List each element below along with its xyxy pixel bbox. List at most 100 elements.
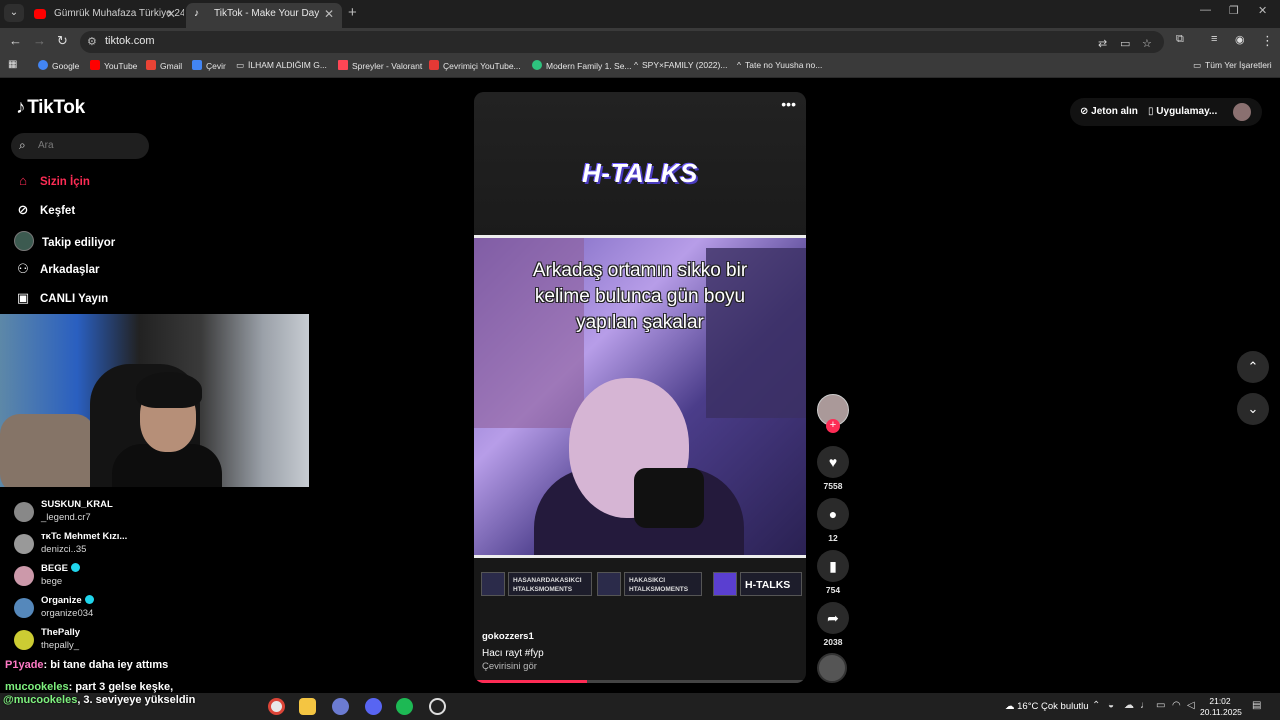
see-translation-link[interactable]: Çevirisini gör	[482, 661, 537, 672]
nav-live[interactable]: ▣ CANLI Yayın	[14, 290, 108, 310]
bookmark-valorant[interactable]: Spreyler - Valorant	[338, 60, 422, 71]
suggested-account[interactable]: ᴛᴋTc Mehmet Kızı... denizci..35	[14, 531, 274, 559]
suggested-account[interactable]: ThePally thepally_	[14, 627, 274, 655]
save-button[interactable]: ▮ 754	[816, 550, 850, 595]
video-caption: Arkadaş ortamın sikko bir kelime bulunca…	[492, 258, 788, 336]
bookmark-gmail[interactable]: Gmail	[146, 60, 182, 71]
tab-search-button[interactable]: ⌄	[4, 4, 24, 22]
translate-icon	[192, 60, 202, 70]
coin-icon: ⊘	[1080, 106, 1092, 117]
profile-icon[interactable]: ◉	[1235, 33, 1245, 46]
chat-text: : bi tane daha iey attıms	[43, 659, 169, 671]
tab-tiktok[interactable]: ♪ TikTok - Make Your Day ✕	[186, 3, 342, 28]
nav-for-you[interactable]: ⌂ Sizin İçin	[14, 173, 90, 193]
account-handle: bege	[41, 576, 63, 587]
maximize-icon[interactable]: ❐	[1229, 4, 1239, 17]
suggested-account[interactable]: SUSKUN_KRAL _legend.cr7	[14, 499, 274, 527]
chrome-icon[interactable]	[268, 698, 285, 715]
spotify-icon[interactable]	[396, 698, 413, 715]
friends-icon: ⚇	[17, 261, 29, 276]
next-video-button[interactable]: ⌄	[1237, 393, 1269, 425]
chat-username: mucookeles	[5, 681, 69, 693]
close-tab-icon[interactable]: ✕	[324, 3, 334, 25]
folder-icon: ▭	[236, 60, 245, 70]
minimize-icon[interactable]: —	[1200, 4, 1211, 16]
music-disc-avatar[interactable]	[817, 653, 847, 683]
save-count: 754	[825, 585, 841, 595]
previous-video-button[interactable]: ⌃	[1237, 351, 1269, 383]
video-description: Hacı rayt #fyp	[482, 648, 544, 659]
more-options-icon[interactable]: •••	[781, 96, 796, 112]
bookmark-label: YouTube	[104, 61, 138, 71]
new-tab-button[interactable]: +	[348, 4, 357, 21]
media-icon[interactable]: ≡	[1211, 33, 1217, 45]
chat-text: : part 3 gelse keşke,	[68, 681, 174, 693]
bookmark-google[interactable]: Google	[38, 60, 79, 71]
app-icon[interactable]	[332, 698, 349, 715]
folder-icon: ▭	[1193, 60, 1202, 70]
nav-explore[interactable]: ⊘ Keşfet	[14, 202, 76, 222]
account-handle: denizci..35	[41, 544, 87, 555]
nav-friends[interactable]: ⚇ Arkadaşlar	[14, 261, 99, 281]
bookmark-tate-no-yuusha[interactable]: ^ Tate no Yuusha no...	[737, 60, 822, 70]
bookmark-cevrimici-youtube[interactable]: Çevrimiçi YouTube...	[429, 60, 521, 71]
tab-gumruk[interactable]: Gümrük Muhafaza Türkiye 24. ✕	[26, 3, 184, 28]
search-input[interactable]: ⌕ Ara	[11, 133, 149, 159]
twitch-tag: H-TALKS	[713, 572, 802, 596]
live-icon: ▣	[16, 290, 30, 305]
apps-icon[interactable]: ▦	[8, 59, 17, 70]
bookmark-modern-family[interactable]: Modern Family 1. Se...	[532, 60, 632, 71]
discord-icon[interactable]	[365, 698, 382, 715]
bookmark-youtube[interactable]: YouTube	[90, 60, 137, 71]
menu-icon[interactable]: ⋮	[1261, 33, 1274, 49]
bookmark-spy-family[interactable]: ^ SPY×FAMILY (2022)...	[634, 60, 727, 70]
reload-icon[interactable]: ↻	[57, 33, 68, 49]
file-explorer-icon[interactable]	[299, 698, 316, 715]
youtube-icon	[34, 9, 46, 19]
comment-button[interactable]: ● 12	[816, 498, 850, 543]
wifi-icon[interactable]: ◠	[1172, 700, 1181, 711]
all-bookmarks[interactable]: ▭ Tüm Yer İşaretleri	[1193, 60, 1272, 71]
translate-icon[interactable]: ⇄	[1098, 37, 1107, 50]
chat-message: mucookeles: part 3 gelse keşke,	[5, 681, 173, 693]
clock[interactable]: 21:02 20.11.2025	[1200, 696, 1242, 718]
bookmark-cevir[interactable]: Çevir	[192, 60, 226, 71]
level-up-toast: @mucookeles, 3. seviyeye yükseldin	[3, 694, 195, 706]
suggested-account[interactable]: BEGE bege	[14, 563, 274, 591]
get-coins-button[interactable]: ⊘ Jeton alın	[1080, 99, 1138, 125]
suggested-account[interactable]: Organize organize034	[14, 595, 274, 623]
forward-icon[interactable]: →	[33, 33, 46, 48]
share-button[interactable]: ➦ 2038	[816, 602, 850, 647]
brand-text: TikTok	[27, 97, 85, 118]
close-window-icon[interactable]: ✕	[1258, 4, 1267, 17]
display-icon[interactable]: ▭	[1156, 700, 1165, 711]
close-tab-icon[interactable]: ✕	[166, 3, 176, 25]
video-player[interactable]: H-TALKS ••• Arkadaş ortamın sikko bir ke…	[474, 92, 806, 683]
anime-icon: ^	[634, 60, 638, 70]
obs-icon[interactable]	[429, 698, 446, 715]
instagram-tag: HASANARDAKASIKCI HTALKSMOMENTS	[481, 572, 592, 596]
cloud-sync-icon[interactable]: ☁	[1124, 700, 1134, 711]
volume-icon[interactable]: ◁	[1187, 700, 1195, 711]
like-button[interactable]: ♥ 7558	[816, 446, 850, 491]
streamer-hair	[136, 372, 202, 408]
notifications-icon[interactable]: ▤	[1252, 700, 1261, 711]
tiktok-logo[interactable]: ♪ TikTok	[16, 97, 85, 119]
nav-following[interactable]: Takip ediliyor	[14, 231, 115, 251]
bookmark-folder-ilham[interactable]: ▭ İLHAM ALDIĞIM G...	[236, 60, 327, 71]
video-progress-bar[interactable]	[474, 680, 806, 683]
bookmark-star-icon[interactable]: ☆	[1142, 37, 1152, 50]
weather-widget[interactable]: ☁ 16°C Çok bulutlu	[1005, 701, 1089, 712]
cast-icon[interactable]: ▭	[1120, 37, 1130, 50]
microphone-icon[interactable]: ♩	[1140, 700, 1150, 711]
tray-expand-icon[interactable]: ⌃	[1092, 700, 1100, 711]
video-author[interactable]: gokozzers1	[482, 631, 534, 642]
network-icon[interactable]: ◒	[1108, 700, 1114, 711]
extensions-icon[interactable]: ⧉	[1176, 33, 1184, 46]
address-bar[interactable]: ⚙ tiktok.com ⇄ ▭ ☆	[80, 31, 1164, 53]
get-app-button[interactable]: ▯ Uygulamay...	[1148, 99, 1217, 125]
site-info-icon[interactable]: ⚙	[87, 35, 97, 48]
follow-plus-icon[interactable]: +	[826, 419, 840, 433]
user-avatar[interactable]	[1233, 103, 1251, 121]
back-icon[interactable]: ←	[9, 33, 22, 48]
